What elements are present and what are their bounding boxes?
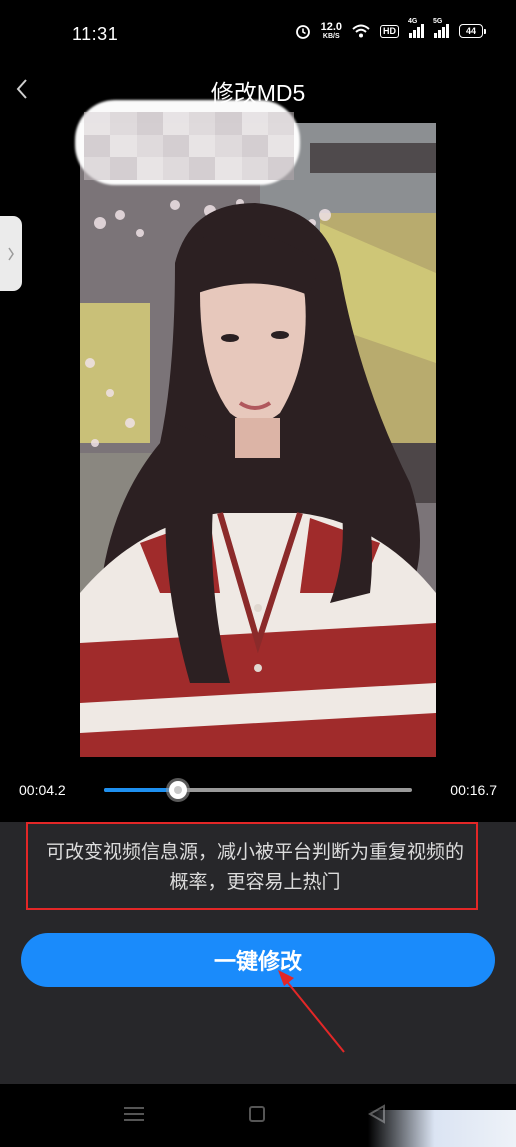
status-bar: 11:31 12.0 KB/S HD 4G 5G 44: [0, 0, 516, 68]
home-square-icon[interactable]: [249, 1106, 265, 1122]
video-frame-image: [80, 123, 436, 757]
video-preview[interactable]: [80, 123, 436, 757]
menu-icon[interactable]: [124, 1106, 144, 1122]
corner-watermark: [368, 1110, 516, 1147]
status-icons: 12.0 KB/S HD 4G 5G 44: [295, 18, 486, 41]
network-speed: 12.0 KB/S: [320, 21, 342, 41]
hd-badge: HD: [380, 24, 399, 38]
annotation-arrow-icon: [278, 970, 345, 1053]
total-time: 00:16.7: [450, 782, 497, 798]
alarm-icon: [295, 25, 310, 39]
network-speed-unit: KB/S: [322, 33, 340, 40]
pixelated-watermark: [84, 112, 294, 180]
one-click-modify-button[interactable]: 一键修改: [21, 933, 495, 987]
current-time: 00:04.2: [19, 782, 66, 798]
signal-4g-icon: 4G: [408, 18, 424, 38]
chevron-right-icon: [8, 247, 14, 260]
network-speed-value: 12.0: [320, 21, 342, 33]
signal-5g-label: 5G: [433, 18, 443, 25]
signal-5g-icon: 5G: [433, 18, 449, 38]
progress-fill: [104, 788, 178, 792]
signal-4g-label: 4G: [408, 18, 418, 25]
progress-thumb[interactable]: [168, 781, 187, 799]
battery-icon: 44: [459, 24, 486, 38]
description-text: 可改变视频信息源，减小被平台判断为重复视频的概率，更容易上热门: [45, 841, 464, 893]
wifi-icon: [352, 24, 370, 38]
side-drawer-handle[interactable]: [0, 216, 22, 291]
status-time: 11:31: [72, 24, 119, 44]
battery-level: 44: [459, 24, 483, 38]
progress-slider[interactable]: [104, 781, 412, 799]
